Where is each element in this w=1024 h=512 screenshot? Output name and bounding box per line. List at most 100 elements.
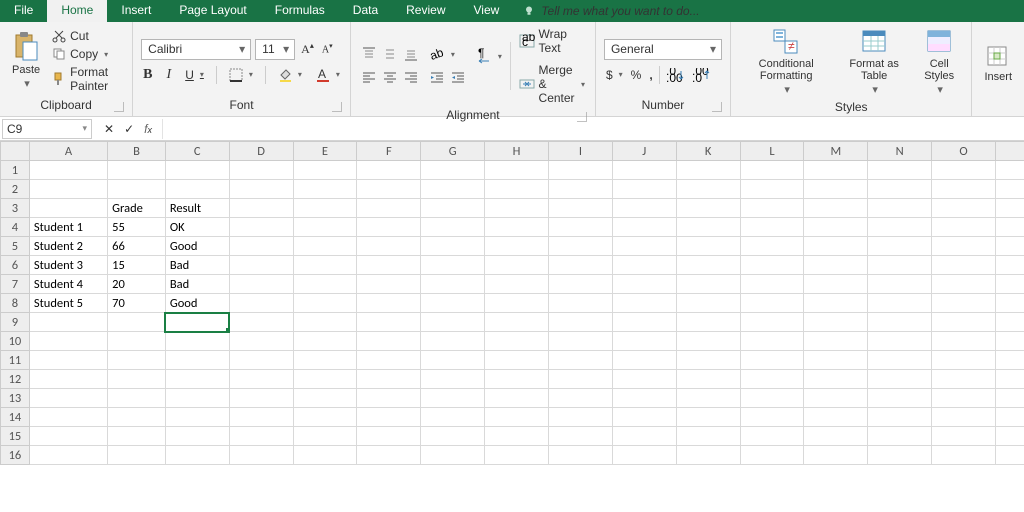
cell[interactable] [868,161,932,180]
cell[interactable] [165,370,229,389]
cell[interactable] [804,256,868,275]
fx-icon[interactable]: fx [144,122,152,136]
cell[interactable] [548,351,612,370]
cell[interactable] [108,332,166,351]
enter-formula-icon[interactable]: ✓ [124,122,134,136]
cell[interactable] [165,180,229,199]
cell[interactable] [165,408,229,427]
comma-button[interactable]: , [647,67,654,83]
cell[interactable] [612,199,676,218]
launcher-icon[interactable] [577,112,587,122]
cell[interactable] [995,161,1024,180]
cell[interactable] [29,161,107,180]
font-size-select[interactable]: 11▾ [255,39,295,60]
cell[interactable] [108,370,166,389]
cell[interactable]: 55 [108,218,166,237]
cell[interactable] [548,161,612,180]
cell[interactable] [229,446,293,465]
row-header[interactable]: 8 [1,294,30,313]
cell[interactable] [485,199,549,218]
font-name-select[interactable]: Calibri▾ [141,39,251,60]
cell[interactable]: 70 [108,294,166,313]
cell[interactable] [165,351,229,370]
decrease-indent-button[interactable] [427,69,447,87]
cell[interactable] [932,161,996,180]
cell[interactable] [676,446,740,465]
cell[interactable] [995,389,1024,408]
cell[interactable] [612,389,676,408]
cell[interactable] [229,237,293,256]
cell[interactable] [868,180,932,199]
cell[interactable] [612,313,676,332]
cell[interactable] [740,370,804,389]
cell[interactable] [932,180,996,199]
cell[interactable] [612,351,676,370]
cell[interactable] [995,294,1024,313]
cell[interactable] [548,275,612,294]
row-header[interactable]: 12 [1,370,30,389]
cell[interactable] [229,389,293,408]
select-all-corner[interactable] [1,142,30,161]
bold-button[interactable]: B [141,66,154,84]
cell[interactable] [421,199,485,218]
cell[interactable] [676,313,740,332]
cell[interactable] [804,218,868,237]
cell[interactable] [612,408,676,427]
cell[interactable] [932,389,996,408]
cell[interactable]: Student 1 [29,218,107,237]
cell[interactable]: Result [165,199,229,218]
cell[interactable] [29,313,107,332]
column-header[interactable]: F [357,142,421,161]
cell[interactable] [229,275,293,294]
cell[interactable] [995,427,1024,446]
row-header[interactable]: 13 [1,389,30,408]
cell[interactable] [421,389,485,408]
column-header[interactable]: L [740,142,804,161]
align-center-button[interactable] [380,69,400,87]
cell[interactable]: 15 [108,256,166,275]
cell[interactable] [548,313,612,332]
row-header[interactable]: 16 [1,446,30,465]
cell[interactable] [485,332,549,351]
cell[interactable] [229,332,293,351]
underline-button[interactable]: U▾ [183,67,206,83]
cell[interactable] [868,256,932,275]
cell[interactable] [932,313,996,332]
cell[interactable] [932,351,996,370]
cell[interactable] [676,199,740,218]
cell[interactable] [421,408,485,427]
cell[interactable] [357,446,421,465]
row-header[interactable]: 7 [1,275,30,294]
cell[interactable] [165,313,229,332]
cell[interactable] [485,180,549,199]
cell[interactable] [357,180,421,199]
cell[interactable] [740,256,804,275]
cell[interactable] [868,427,932,446]
align-right-button[interactable] [401,69,421,87]
tab-view[interactable]: View [460,0,514,22]
copy-button[interactable]: Copy▾ [50,46,124,62]
cell[interactable] [108,351,166,370]
cell[interactable] [357,332,421,351]
cell[interactable] [421,427,485,446]
cell[interactable] [932,446,996,465]
font-color-button[interactable]: A▾ [314,67,342,83]
cell[interactable] [548,199,612,218]
cell[interactable] [29,351,107,370]
cell[interactable] [676,427,740,446]
increase-font-button[interactable]: A▴ [299,40,316,58]
cell[interactable]: 66 [108,237,166,256]
cell[interactable] [165,427,229,446]
insert-cells-button[interactable]: Insert [980,39,1016,85]
cell[interactable] [357,427,421,446]
tab-home[interactable]: Home [47,0,107,22]
cell[interactable] [676,180,740,199]
cell[interactable] [804,199,868,218]
cell[interactable] [485,313,549,332]
cell[interactable] [485,256,549,275]
cell[interactable] [932,237,996,256]
cell[interactable] [740,408,804,427]
cell[interactable] [293,370,357,389]
cell[interactable] [165,389,229,408]
cell[interactable] [485,389,549,408]
